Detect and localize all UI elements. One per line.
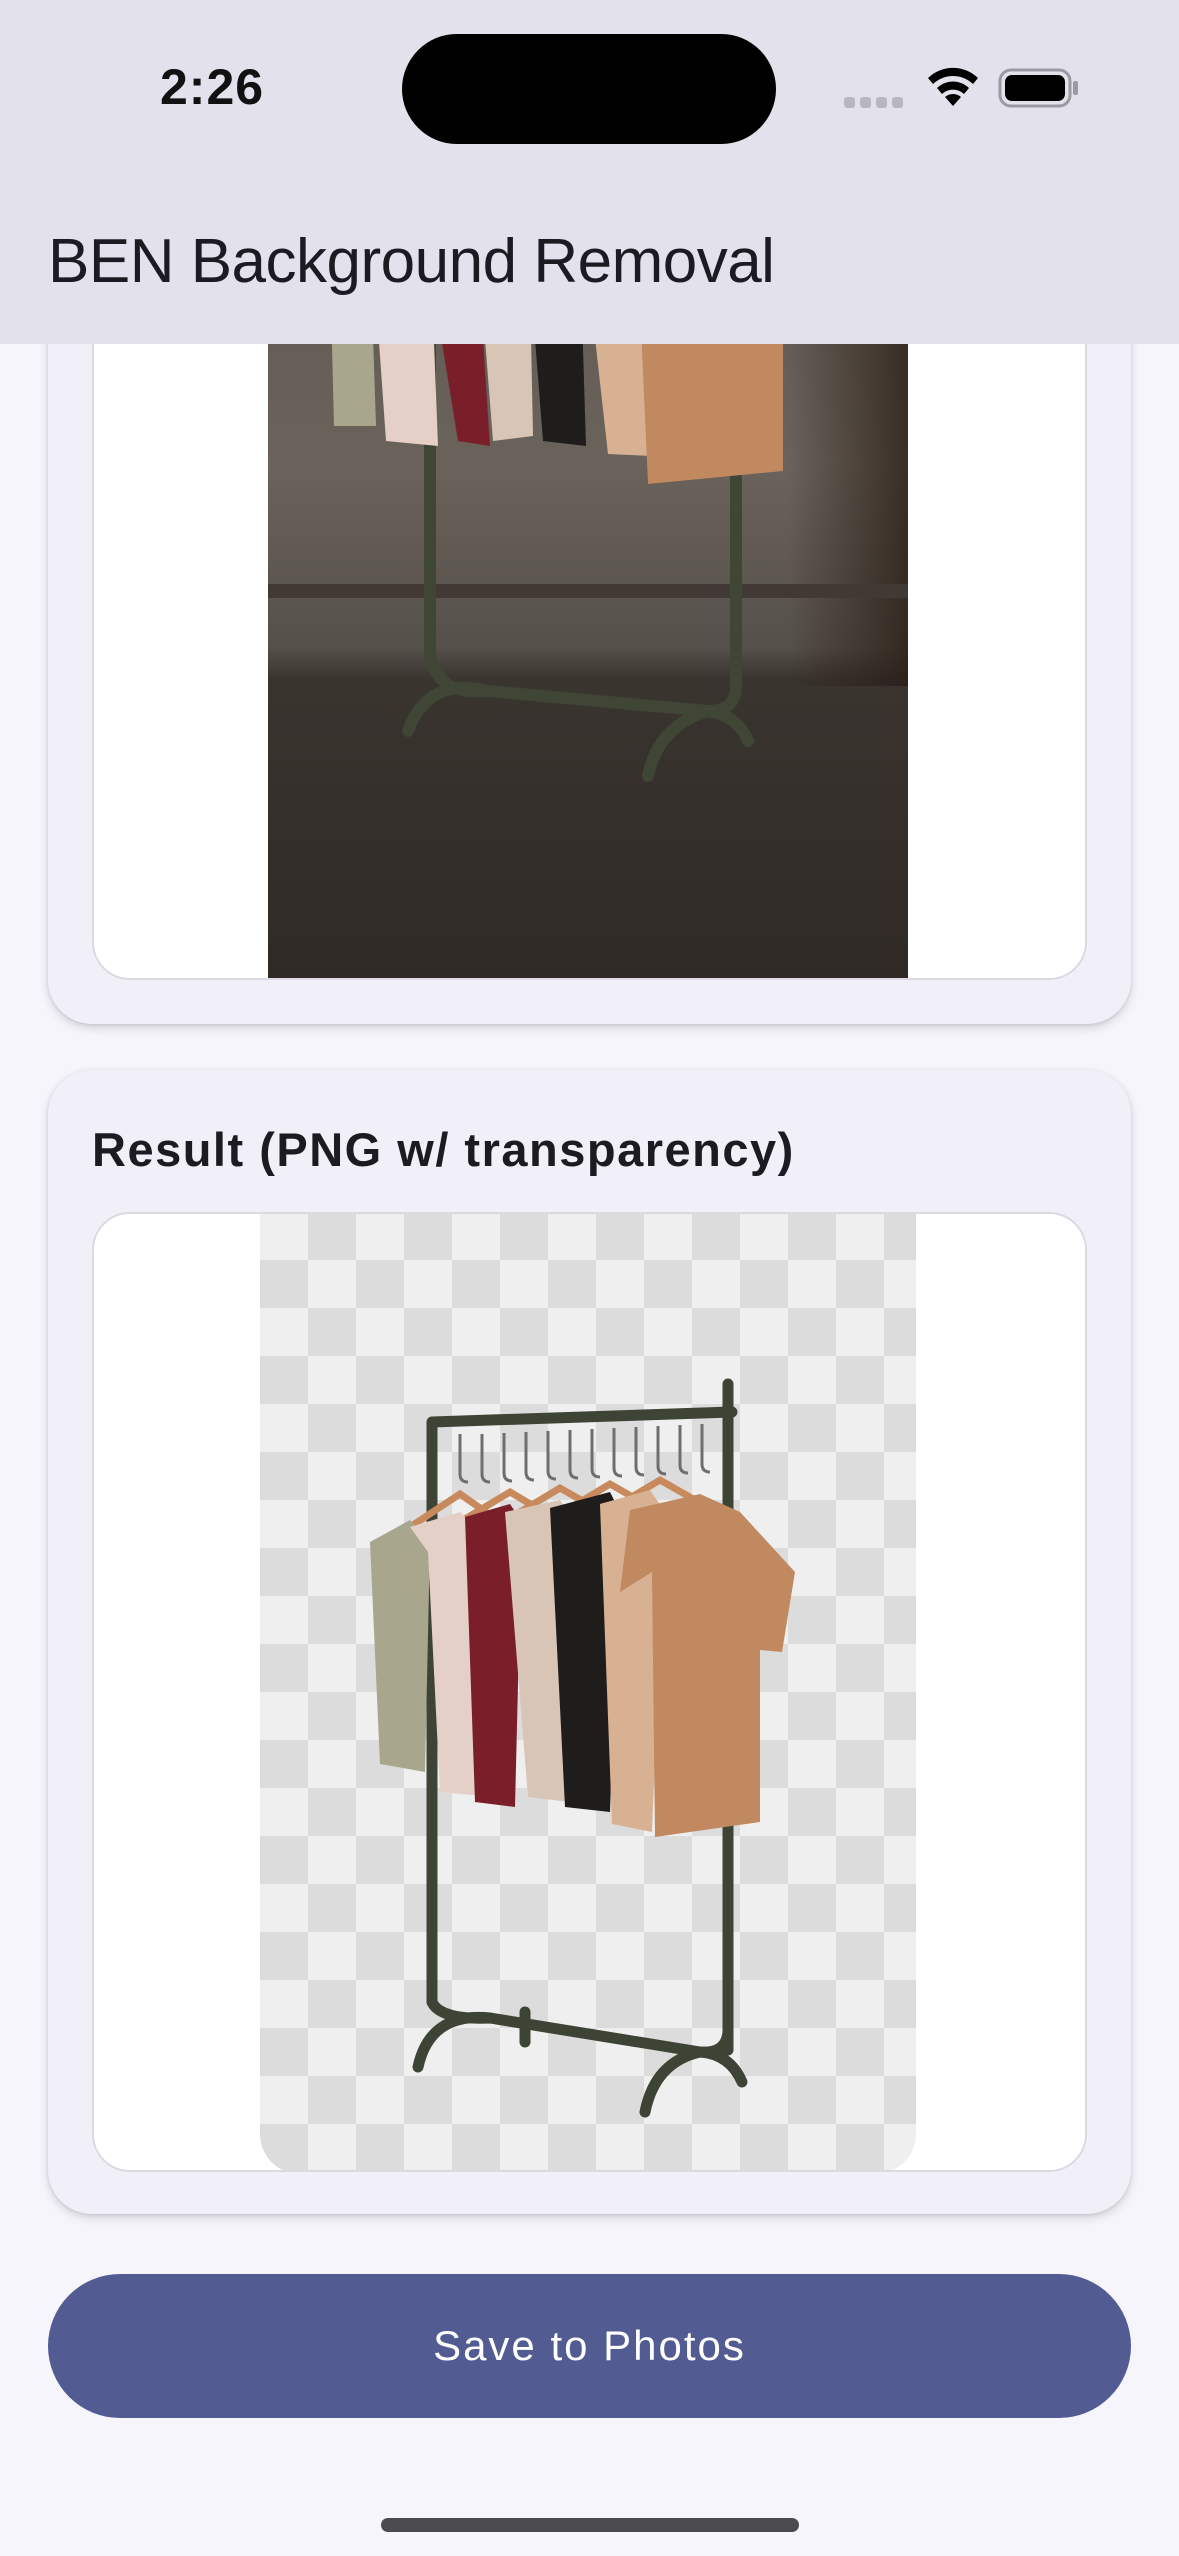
- clothing-rack-cutout-drawing: [370, 1378, 795, 2118]
- status-time: 2:26: [160, 59, 265, 115]
- result-image-frame: [92, 1212, 1087, 2172]
- transparency-checkerboard: [260, 1214, 916, 2170]
- scroll-content[interactable]: Result (PNG w/ transparency) Save to Pho…: [0, 0, 1179, 2556]
- cellular-signal-icon: [844, 97, 903, 108]
- wifi-icon: [928, 67, 978, 106]
- result-image-card: Result (PNG w/ transparency): [48, 1070, 1131, 2214]
- nav-title: BEN Background Removal: [48, 227, 775, 296]
- battery-icon: [998, 68, 1078, 108]
- dynamic-island: [402, 34, 776, 144]
- home-indicator[interactable]: [381, 2518, 799, 2532]
- navigation-bar: 2:26 BEN Background Removal: [0, 0, 1179, 344]
- result-card-title: Result (PNG w/ transparency): [92, 1123, 795, 1176]
- save-to-photos-button[interactable]: Save to Photos: [48, 2274, 1131, 2418]
